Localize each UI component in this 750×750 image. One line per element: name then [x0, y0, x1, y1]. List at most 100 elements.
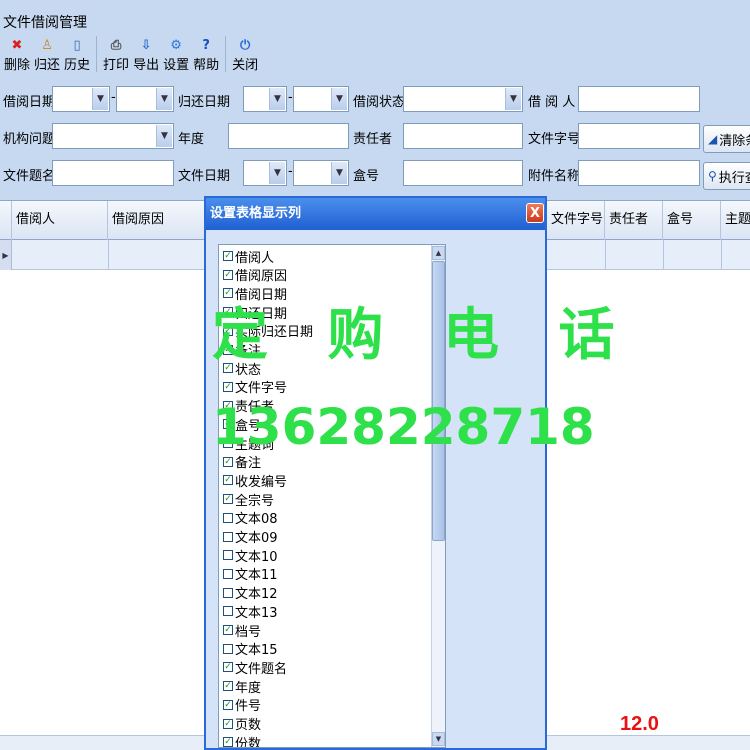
export-button[interactable]: ⇩ 导出 — [131, 36, 161, 74]
list-item[interactable]: ✓ 文件字号 — [223, 378, 287, 396]
checkbox[interactable]: ✓ — [223, 699, 233, 710]
chevron-down-icon[interactable]: ▼ — [156, 88, 172, 110]
checkbox[interactable]: ✓ — [223, 625, 233, 635]
list-item[interactable]: 文本13 — [223, 602, 278, 621]
export-icon: ⇩ — [140, 37, 152, 53]
checkbox[interactable] — [223, 531, 233, 542]
list-item[interactable]: 文本10 — [223, 546, 278, 565]
checkbox[interactable] — [223, 568, 233, 579]
list-item[interactable]: ✓ 年度 — [223, 677, 261, 696]
attachment-input[interactable] — [578, 160, 700, 186]
borrow-date-from-combo[interactable]: ▼ — [52, 86, 110, 112]
checkbox[interactable]: ✓ — [223, 662, 233, 673]
column-header-borrow-reason[interactable]: 借阅原因 — [108, 201, 208, 241]
chevron-down-icon[interactable]: ▼ — [505, 88, 521, 110]
org-issue-combo[interactable]: ▼ — [52, 123, 174, 149]
toolbar: ✖ 删除 ♙ 归还 ▯ 历史 ⎙ 打印 ⇩ 导出 ⚙ 设置? 帮助 ⏻ 关闭 — [2, 36, 260, 78]
list-item[interactable]: ✓ 档号 — [223, 621, 261, 640]
cell-divider — [721, 240, 722, 270]
checkbox[interactable] — [223, 587, 233, 598]
chevron-down-icon[interactable]: ▼ — [331, 88, 347, 110]
column-header-box-number[interactable]: 盒号 — [663, 201, 721, 241]
list-item[interactable]: ✓ 份数 — [223, 733, 261, 747]
settings-button[interactable]: ⚙ 设置 — [161, 36, 191, 74]
chevron-down-icon[interactable]: ▼ — [269, 88, 285, 110]
list-item-label: 收发编号 — [235, 474, 288, 490]
close-button[interactable]: ⏻ 关闭 — [230, 36, 260, 74]
borrow-status-combo[interactable]: ▼ — [403, 86, 523, 112]
checkbox[interactable]: ✓ — [223, 456, 233, 467]
scroll-up-icon[interactable]: ▲ — [432, 246, 445, 260]
checkbox[interactable]: ✓ — [223, 681, 233, 692]
checkbox[interactable]: ✓ — [223, 475, 233, 486]
header-corner — [0, 201, 12, 241]
column-header-subject[interactable]: 主题词 — [721, 201, 750, 241]
settings-icon: ⚙ — [170, 37, 182, 53]
toolbar-button-label: 删除 — [4, 58, 31, 73]
scroll-down-icon[interactable]: ▼ — [432, 732, 445, 746]
list-item[interactable]: ✓ 借阅人 — [223, 247, 274, 266]
responsible-input[interactable] — [403, 123, 523, 149]
clear-conditions-button[interactable]: ◢ 清除条件 — [703, 125, 750, 153]
column-header-responsible[interactable]: 责任者 — [605, 201, 663, 241]
list-item[interactable]: ✓ 页数 — [223, 715, 261, 733]
list-item[interactable]: ✓ 收发编号 — [223, 471, 288, 490]
return-button[interactable]: ♙ 归还 — [32, 36, 62, 74]
checkbox[interactable] — [223, 643, 233, 654]
checkbox[interactable]: ✓ — [223, 494, 233, 505]
checkbox[interactable] — [223, 550, 233, 561]
eraser-icon: ◢ — [708, 132, 718, 146]
chevron-down-icon[interactable]: ▼ — [156, 125, 172, 147]
checkbox[interactable]: ✓ — [223, 737, 233, 747]
binoculars-icon: ⚲ — [708, 169, 717, 183]
list-item[interactable]: 文本09 — [223, 528, 278, 546]
list-item[interactable]: ✓ 文件题名 — [223, 658, 287, 677]
year-input[interactable] — [228, 123, 349, 149]
close-icon[interactable]: X — [526, 203, 544, 223]
list-item-label: 文本13 — [235, 605, 278, 621]
borrow-date-to-combo[interactable]: ▼ — [116, 86, 174, 112]
chevron-down-icon[interactable]: ▼ — [331, 162, 347, 184]
print-button[interactable]: ⎙ 打印 — [101, 36, 131, 74]
toolbar-separator — [225, 36, 227, 72]
list-item[interactable]: ✓ 借阅原因 — [223, 266, 287, 284]
version-badge: 12.0 — [620, 713, 659, 735]
list-item-label: 文件字号 — [235, 381, 288, 397]
list-item[interactable]: 文本15 — [223, 640, 278, 658]
column-header-borrower[interactable]: 借阅人 — [12, 201, 108, 241]
label-doc-number: 文件字号 — [528, 132, 581, 147]
doc-date-to-combo[interactable]: ▼ — [293, 160, 349, 186]
help-button[interactable]: ? 帮助 — [191, 36, 221, 74]
checkbox[interactable]: ✓ — [223, 381, 233, 392]
list-item[interactable]: ✓ 全宗号 — [223, 490, 274, 509]
history-button[interactable]: ▯ 历史 — [62, 36, 92, 74]
label-attachment: 附件名称 — [528, 169, 581, 184]
doc-date-from-combo[interactable]: ▼ — [243, 160, 287, 186]
list-item-label: 文本10 — [235, 549, 278, 565]
return-date-from-combo[interactable]: ▼ — [243, 86, 287, 112]
list-item-label: 文本15 — [235, 643, 278, 659]
box-number-input[interactable] — [403, 160, 523, 186]
chevron-down-icon[interactable]: ▼ — [269, 162, 285, 184]
watermark-title: 定 购 电 话 — [212, 303, 635, 368]
checkbox[interactable]: ✓ — [223, 269, 233, 280]
chevron-down-icon[interactable]: ▼ — [92, 88, 108, 110]
list-item[interactable]: ✓ 件号 — [223, 696, 261, 714]
list-item[interactable]: 文本11 — [223, 565, 278, 583]
column-header-doc-number[interactable]: 文件字号 — [547, 201, 605, 241]
checkbox[interactable] — [223, 512, 233, 523]
borrower-input[interactable] — [578, 86, 700, 112]
execute-query-label: 执行查询 — [718, 170, 750, 186]
checkbox[interactable]: ✓ — [223, 718, 233, 729]
checkbox[interactable] — [223, 606, 233, 617]
list-item[interactable]: 文本08 — [223, 509, 278, 527]
label-return-date: 归还日期 — [178, 95, 231, 110]
execute-query-button[interactable]: ⚲ 执行查询 — [703, 162, 750, 190]
cell-divider — [663, 240, 664, 270]
delete-button[interactable]: ✖ 删除 — [2, 36, 32, 74]
list-item[interactable]: 文本12 — [223, 584, 278, 602]
return-date-to-combo[interactable]: ▼ — [293, 86, 349, 112]
doc-number-input[interactable] — [578, 123, 700, 149]
checkbox[interactable]: ✓ — [223, 251, 233, 261]
doc-title-input[interactable] — [52, 160, 174, 186]
